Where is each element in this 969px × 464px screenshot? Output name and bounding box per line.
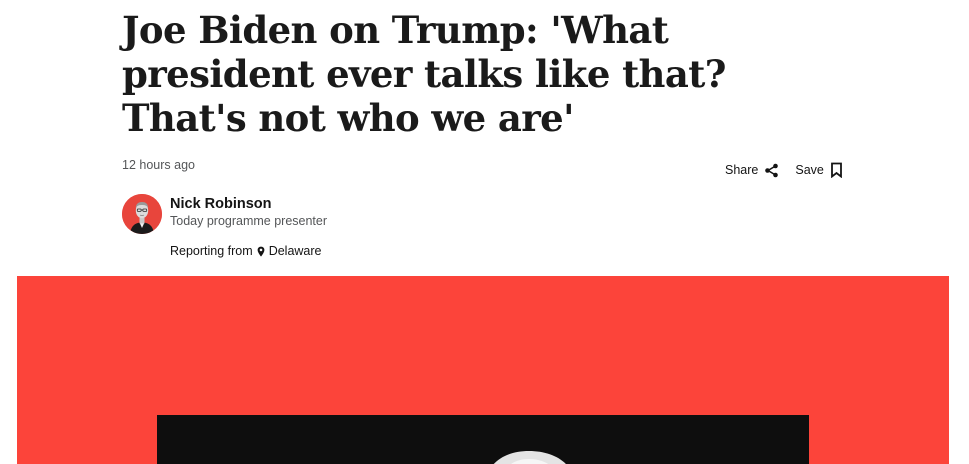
- publish-timestamp: 12 hours ago: [122, 158, 195, 172]
- location-prefix: Reporting from: [170, 244, 253, 258]
- author-byline: Nick Robinson Today programme presenter: [122, 194, 327, 234]
- author-name[interactable]: Nick Robinson: [170, 195, 327, 213]
- location-name: Delaware: [268, 244, 322, 258]
- author-details: Nick Robinson Today programme presenter: [170, 195, 327, 229]
- share-label: Share: [725, 163, 759, 177]
- location-pin-icon: [257, 246, 265, 257]
- article-headline: Joe Biden on Trump: 'What president ever…: [122, 8, 726, 140]
- author-role: Today programme presenter: [170, 214, 328, 228]
- hero-image: [17, 276, 949, 464]
- article-actions: Share Save: [725, 162, 843, 178]
- share-button[interactable]: Share: [725, 163, 779, 178]
- save-label: Save: [795, 163, 824, 177]
- hero-photo: [157, 415, 809, 464]
- reporting-location: Reporting from Delaware: [170, 244, 322, 258]
- share-icon: [764, 163, 779, 178]
- save-button[interactable]: Save: [795, 162, 843, 178]
- author-avatar[interactable]: [122, 194, 162, 234]
- bookmark-icon: [830, 162, 843, 178]
